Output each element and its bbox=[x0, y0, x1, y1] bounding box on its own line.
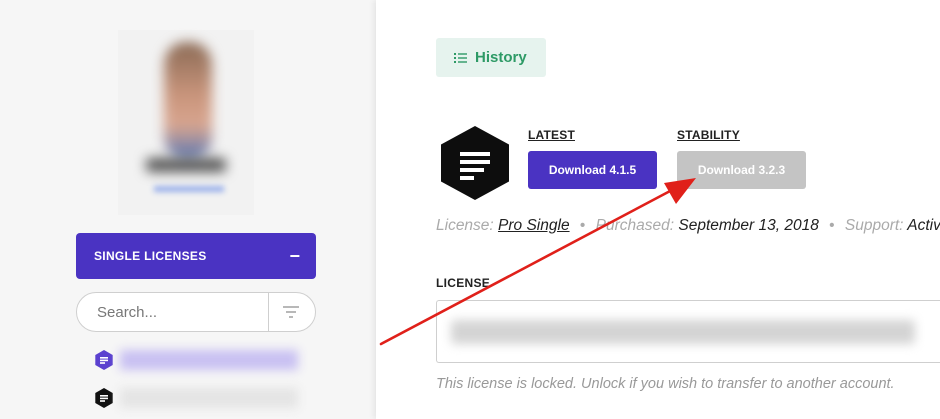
filter-icon[interactable] bbox=[277, 303, 305, 321]
avatar bbox=[164, 42, 212, 160]
history-button[interactable]: History bbox=[436, 38, 546, 77]
user-profile bbox=[118, 30, 254, 215]
product-name-redacted bbox=[120, 388, 298, 408]
license-label: License: bbox=[436, 217, 494, 234]
history-label: History bbox=[475, 49, 527, 66]
license-lock-note: This license is locked. Unlock if you wi… bbox=[436, 376, 895, 392]
separator: • bbox=[829, 217, 835, 234]
user-link-redacted[interactable] bbox=[154, 186, 224, 192]
product-item[interactable] bbox=[94, 386, 324, 408]
stability-label: STABILITY bbox=[677, 128, 740, 142]
product-name-redacted bbox=[120, 350, 298, 370]
product-black-icon bbox=[95, 388, 113, 408]
license-meta: License: Pro Single • Purchased: Septemb… bbox=[436, 217, 940, 235]
license-key-redacted bbox=[451, 320, 915, 344]
download-stable-button[interactable]: Download 3.2.3 bbox=[677, 151, 806, 189]
license-key-field[interactable] bbox=[436, 300, 940, 363]
sidebar: SINGLE LICENSES − bbox=[0, 0, 372, 419]
latest-label: LATEST bbox=[528, 128, 575, 142]
license-field-label: LICENSE bbox=[436, 276, 491, 290]
search-box bbox=[76, 292, 316, 332]
search-input[interactable] bbox=[97, 302, 265, 322]
purchased-date: September 13, 2018 bbox=[678, 217, 819, 234]
section-label: SINGLE LICENSES bbox=[94, 249, 207, 263]
collapse-icon: − bbox=[289, 246, 300, 266]
user-name-redacted bbox=[146, 158, 226, 172]
elementor-logo-icon bbox=[441, 126, 509, 200]
list-icon bbox=[454, 52, 467, 63]
elementor-purple-icon bbox=[95, 350, 113, 370]
product-item[interactable] bbox=[94, 348, 324, 370]
license-plan-link[interactable]: Pro Single bbox=[498, 217, 570, 234]
search-divider bbox=[268, 293, 269, 331]
support-status: Active bbox=[907, 217, 940, 234]
single-licenses-toggle[interactable]: SINGLE LICENSES − bbox=[76, 233, 316, 279]
support-label: Support: bbox=[844, 217, 904, 234]
separator: • bbox=[579, 217, 586, 234]
purchased-label: Purchased: bbox=[595, 217, 675, 234]
download-latest-button[interactable]: Download 4.1.5 bbox=[528, 151, 657, 189]
